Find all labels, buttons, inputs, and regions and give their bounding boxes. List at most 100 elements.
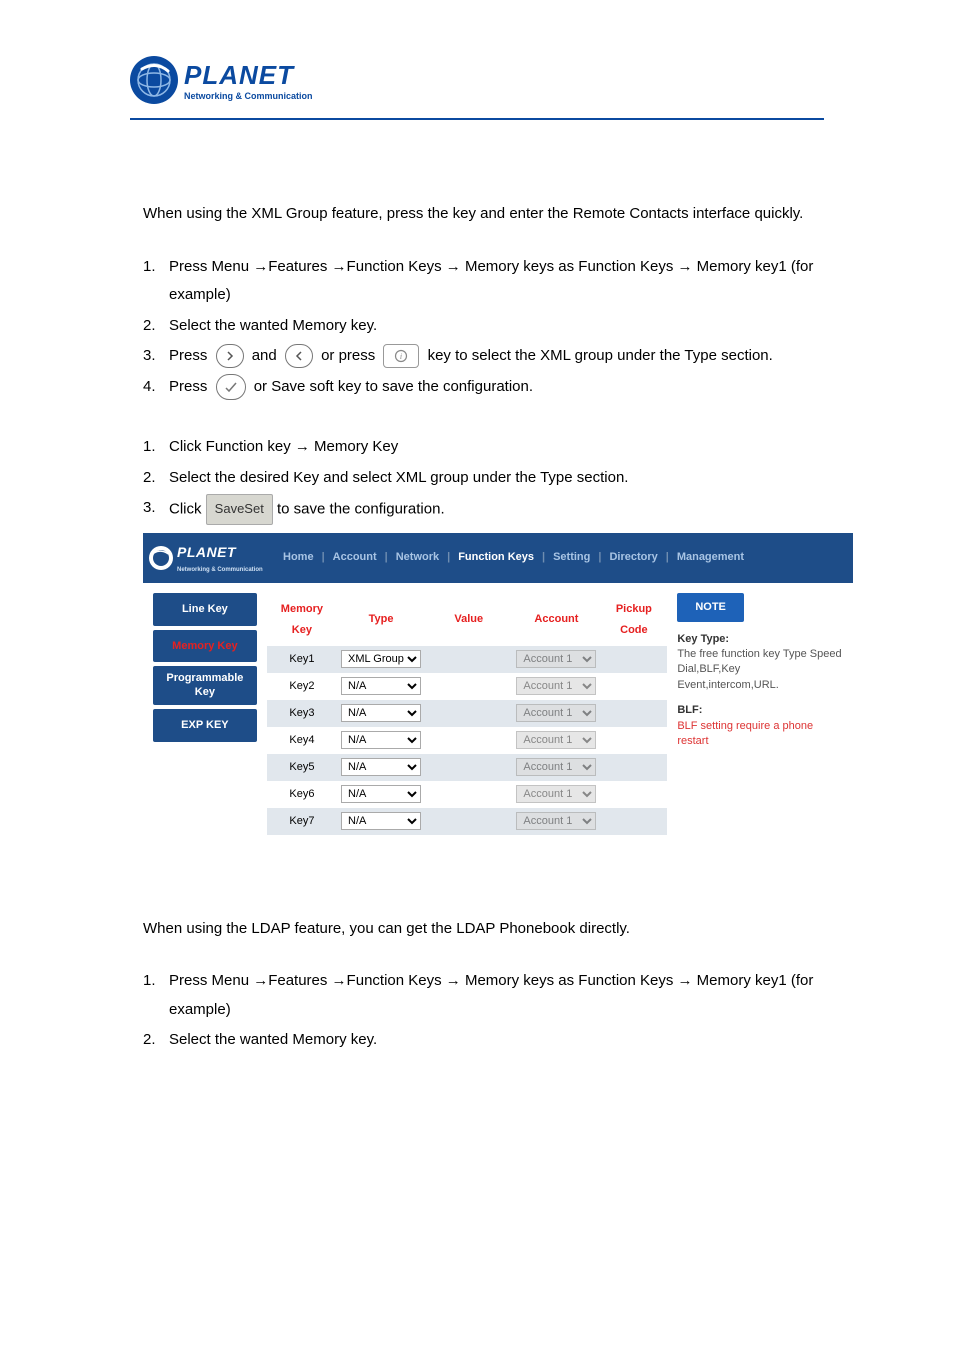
pickup-code-cell[interactable]: [600, 781, 667, 808]
web-steps-list: 1.Click Function key → Memory Key 2.Sele…: [143, 433, 814, 525]
step-number: 2.: [143, 464, 169, 493]
row-key-label: Key2: [267, 673, 337, 700]
step-number: 2.: [143, 312, 169, 341]
value-cell[interactable]: [425, 808, 512, 835]
table-row: Key6N/A Account 1: [267, 781, 668, 808]
type-select[interactable]: N/A: [341, 731, 421, 749]
tab-home[interactable]: Home: [275, 547, 322, 568]
text-fragment: or press: [321, 347, 379, 364]
row-key-label: Key3: [267, 700, 337, 727]
phone-step-2: Select the wanted Memory key.: [169, 312, 814, 341]
pickup-code-cell[interactable]: [600, 700, 667, 727]
row-key-label: Key7: [267, 808, 337, 835]
tab-management[interactable]: Management: [669, 547, 752, 568]
text-fragment: Click: [169, 500, 206, 517]
table-row: Key7N/A Account 1: [267, 808, 668, 835]
brand-logo: PLANET Networking & Communication: [130, 56, 954, 104]
admin-topbar: PLANET Networking & Communication Home| …: [143, 533, 853, 583]
sidebar-item-line-key[interactable]: Line Key: [153, 593, 257, 626]
saveset-button[interactable]: SaveSet: [206, 494, 273, 525]
step-number: 1.: [143, 967, 169, 996]
value-cell[interactable]: [425, 673, 512, 700]
tab-directory[interactable]: Directory: [601, 547, 665, 568]
sidebar-item-exp-key[interactable]: EXP KEY: [153, 709, 257, 742]
logo-globe-icon: [130, 56, 178, 104]
type-select[interactable]: N/A: [341, 704, 421, 722]
value-cell[interactable]: [425, 781, 512, 808]
phone-step-1: Press Menu →Features →Function Keys → Me…: [169, 253, 814, 310]
type-select[interactable]: N/A: [341, 677, 421, 695]
admin-ui-screenshot: PLANET Networking & Communication Home| …: [143, 533, 853, 845]
step-number: 3.: [143, 494, 169, 523]
note-keytype-text: The free function key Type Speed Dial,BL…: [677, 647, 843, 693]
left-arrow-icon: [285, 344, 313, 368]
account-select[interactable]: Account 1: [516, 785, 596, 803]
value-cell[interactable]: [425, 646, 512, 673]
account-select[interactable]: Account 1: [516, 758, 596, 776]
admin-brand-logo: PLANET Networking & Communication: [143, 539, 275, 577]
type-select[interactable]: N/A: [341, 785, 421, 803]
logo-subtitle: Networking & Communication: [184, 91, 313, 101]
row-key-label: Key4: [267, 727, 337, 754]
admin-logo-globe-icon: [149, 546, 173, 570]
note-title-badge: NOTE: [677, 593, 744, 622]
tab-function-keys[interactable]: Function Keys: [450, 547, 542, 568]
phone-step-3: Press and or press i key to select the X…: [169, 342, 814, 371]
account-select[interactable]: Account 1: [516, 812, 596, 830]
web-step-2: Select the desired Key and select XML gr…: [169, 464, 814, 493]
row-key-label: Key6: [267, 781, 337, 808]
admin-sidebar: Line Key Memory Key Programmable Key EXP…: [153, 593, 257, 835]
pickup-code-cell[interactable]: [600, 646, 667, 673]
phone-steps-list: 1.Press Menu →Features →Function Keys → …: [143, 253, 814, 402]
table-row: Key5N/A Account 1: [267, 754, 668, 781]
memory-key-table: Memory Key Type Value Account Pickup Cod…: [267, 593, 668, 835]
note-blf-label: BLF:: [677, 703, 843, 718]
check-key-icon: [216, 374, 246, 400]
logo-title: PLANET: [184, 60, 313, 91]
table-row: Key2N/A Account 1: [267, 673, 668, 700]
account-select[interactable]: Account 1: [516, 650, 596, 668]
tab-network[interactable]: Network: [388, 547, 447, 568]
account-select[interactable]: Account 1: [516, 704, 596, 722]
web-step-1: Click Function key → Memory Key: [169, 433, 814, 462]
pickup-code-cell[interactable]: [600, 673, 667, 700]
tab-setting[interactable]: Setting: [545, 547, 598, 568]
value-cell[interactable]: [425, 700, 512, 727]
type-select[interactable]: XML Group: [341, 650, 421, 668]
account-select[interactable]: Account 1: [516, 677, 596, 695]
text-fragment: Press: [169, 378, 212, 395]
pickup-code-cell[interactable]: [600, 727, 667, 754]
admin-nav-tabs: Home| Account| Network| Function Keys| S…: [275, 547, 752, 568]
pickup-code-cell[interactable]: [600, 808, 667, 835]
step-number: 1.: [143, 253, 169, 282]
value-cell[interactable]: [425, 727, 512, 754]
tab-account[interactable]: Account: [325, 547, 385, 568]
ldap-step-2: Select the wanted Memory key.: [169, 1026, 814, 1055]
page-header: PLANET Networking & Communication: [0, 40, 954, 110]
col-value: Value: [425, 593, 512, 647]
col-account: Account: [512, 593, 600, 647]
pickup-code-cell[interactable]: [600, 754, 667, 781]
table-row: Key1XML Group Account 1: [267, 646, 668, 673]
col-type: Type: [337, 593, 425, 647]
type-select[interactable]: N/A: [341, 758, 421, 776]
text-fragment: Press: [169, 347, 212, 364]
row-key-label: Key1: [267, 646, 337, 673]
note-keytype-label: Key Type:: [677, 632, 843, 647]
table-row: Key4N/A Account 1: [267, 727, 668, 754]
note-blf-text: BLF setting require a phone restart: [677, 719, 843, 750]
phone-step-4: Press or Save soft key to save the confi…: [169, 373, 814, 402]
row-key-label: Key5: [267, 754, 337, 781]
account-select[interactable]: Account 1: [516, 731, 596, 749]
note-panel: NOTE Key Type: The free function key Typ…: [677, 593, 843, 835]
ldap-step-1: Press Menu →Features →Function Keys → Me…: [169, 967, 814, 1024]
col-memory-key: Memory Key: [267, 593, 337, 647]
type-select[interactable]: N/A: [341, 812, 421, 830]
table-row: Key3N/A Account 1: [267, 700, 668, 727]
step-number: 1.: [143, 433, 169, 462]
value-cell[interactable]: [425, 754, 512, 781]
sidebar-item-programmable-key[interactable]: Programmable Key: [153, 666, 257, 704]
sidebar-item-memory-key[interactable]: Memory Key: [153, 630, 257, 663]
svg-text:i: i: [400, 352, 402, 361]
admin-logo-title: PLANET: [177, 539, 263, 566]
